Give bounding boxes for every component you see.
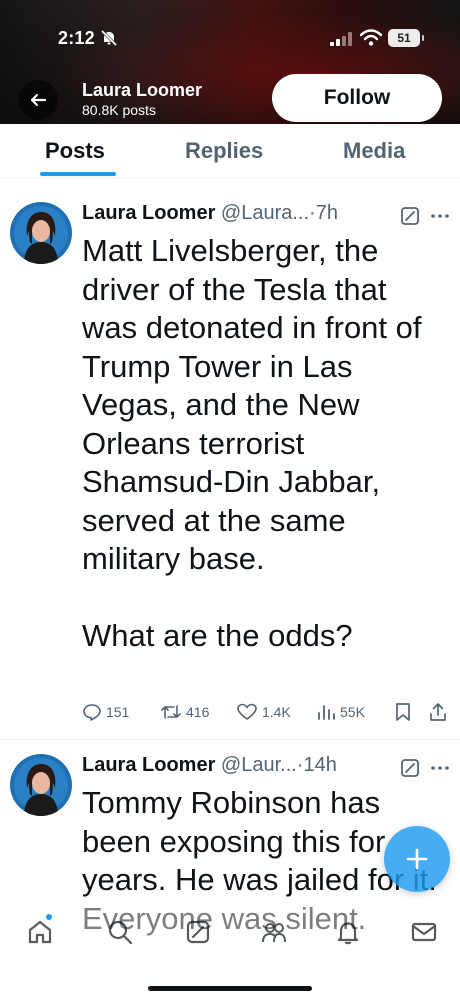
post-separator: · (309, 202, 316, 224)
post-time: 7h (315, 202, 338, 224)
tab-replies[interactable]: Replies (185, 138, 263, 164)
bell-off-icon (100, 29, 118, 47)
grok-icon[interactable] (400, 758, 420, 778)
profile-top-bar: Laura Loomer 80.8K posts Follow (0, 72, 460, 124)
bookmark-icon (396, 703, 410, 721)
post-handle[interactable]: @Laura... (221, 202, 309, 224)
post-header: Laura Loomer @Laur...·14h (82, 754, 452, 780)
back-arrow-icon (30, 93, 47, 107)
reply-button[interactable]: 151 (82, 702, 129, 722)
grok-nav-icon[interactable] (184, 918, 212, 946)
cellular-signal-icon (330, 32, 352, 46)
views-count: 55K (340, 704, 365, 720)
views-icon (318, 705, 335, 720)
grok-icon[interactable] (400, 206, 420, 226)
post-separator: · (296, 754, 304, 776)
home-icon[interactable] (26, 918, 54, 946)
back-button[interactable] (18, 80, 58, 120)
post-header: Laura Loomer @Laura...·7h (82, 202, 452, 228)
post[interactable]: Laura Loomer @Laura...·7h Matt Livelsber… (0, 188, 460, 740)
post-text: Matt Livelsberger, the driver of the Tes… (82, 233, 422, 653)
compose-post-button[interactable] (384, 826, 450, 892)
profile-name: Laura Loomer (82, 80, 203, 100)
home-notification-dot (46, 914, 52, 920)
more-icon[interactable] (429, 206, 451, 226)
repost-button[interactable]: 416 (160, 702, 209, 722)
bookmark-button[interactable] (394, 702, 412, 722)
status-time: 2:12 (58, 28, 95, 48)
mail-icon[interactable] (410, 918, 438, 946)
views-button[interactable]: 55K (316, 702, 365, 722)
more-icon[interactable] (429, 758, 451, 778)
tab-media[interactable]: Media (343, 138, 405, 164)
home-indicator (148, 986, 312, 991)
bell-icon[interactable] (334, 918, 362, 946)
reply-icon (83, 704, 101, 721)
people-icon[interactable] (260, 918, 288, 946)
repost-icon (161, 705, 181, 719)
wifi-icon (360, 29, 382, 46)
post-time: 14h (303, 754, 337, 776)
active-tab-indicator (40, 172, 116, 176)
post-actions: 151 416 1.4K 55K (78, 702, 450, 726)
like-button[interactable]: 1.4K (236, 702, 291, 722)
post-handle[interactable]: @Laur... (221, 754, 297, 776)
search-icon[interactable] (106, 918, 134, 946)
avatar[interactable] (10, 754, 72, 816)
avatar[interactable] (10, 202, 72, 264)
bottom-nav (0, 900, 460, 964)
profile-tabs: Posts Replies Media (0, 124, 460, 178)
like-count: 1.4K (262, 704, 291, 720)
repost-count: 416 (186, 704, 210, 720)
follow-button[interactable]: Follow (272, 74, 442, 122)
like-icon (237, 703, 257, 720)
post-author[interactable]: Laura Loomer (82, 202, 215, 224)
share-button[interactable] (428, 702, 448, 722)
tab-posts[interactable]: Posts (45, 138, 105, 164)
reply-count: 151 (106, 704, 130, 720)
share-icon (430, 703, 446, 721)
profile-posts-count: 80.8K posts (82, 102, 156, 118)
plus-icon (406, 848, 428, 870)
battery-indicator: 51 (388, 29, 424, 47)
content-fade (82, 970, 442, 1000)
status-bar: 2:12 51 (0, 0, 460, 72)
post-author[interactable]: Laura Loomer (82, 754, 215, 776)
